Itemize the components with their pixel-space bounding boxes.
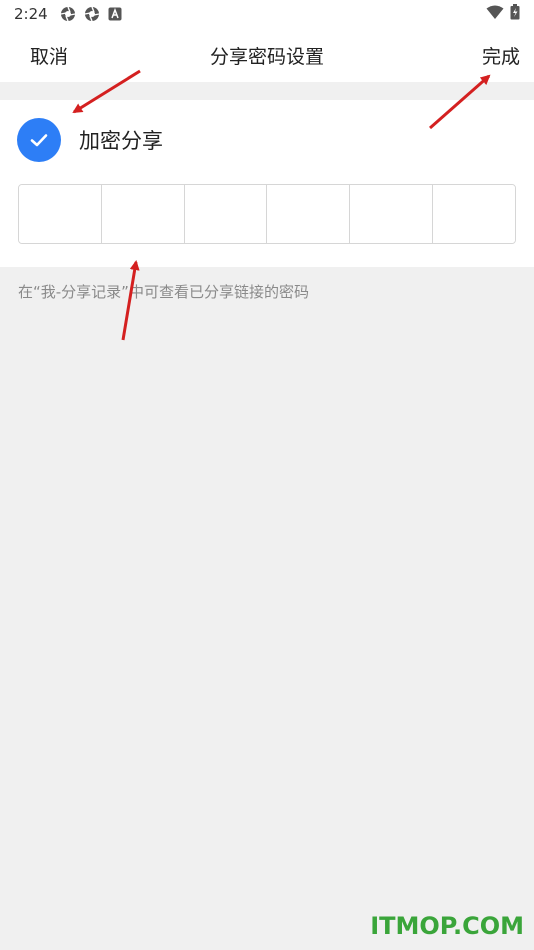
- aperture-icon: [60, 6, 76, 22]
- a-notification-icon: [108, 7, 122, 21]
- status-bar: 2:24: [0, 0, 534, 28]
- wifi-icon: [486, 5, 504, 24]
- password-digit-cell[interactable]: [101, 185, 185, 243]
- checkbox-checked-icon[interactable]: [17, 117, 61, 162]
- status-time: 2:24: [14, 5, 48, 23]
- encrypt-share-toggle[interactable]: 加密分享: [17, 117, 163, 162]
- done-button[interactable]: 完成: [482, 42, 520, 69]
- hint-text: 在“我-分享记录”中可查看已分享链接的密码: [18, 283, 309, 301]
- page-title: 分享密码设置: [209, 46, 324, 68]
- encrypt-share-label: 加密分享: [79, 128, 163, 153]
- password-input[interactable]: [18, 184, 516, 244]
- password-digit-cell[interactable]: [350, 185, 434, 243]
- password-digit-cell[interactable]: [433, 185, 515, 243]
- password-digit-cell[interactable]: [19, 185, 102, 243]
- password-settings-card: 加密分享: [0, 100, 534, 267]
- nav-bar: 取消 分享密码设置 完成: [0, 28, 534, 82]
- watermark-logo: ITMOP.COM: [370, 912, 524, 940]
- password-digit-cell[interactable]: [267, 185, 351, 243]
- password-digit-cell[interactable]: [184, 185, 268, 243]
- battery-icon: [510, 4, 520, 24]
- aperture-icon: [84, 6, 100, 22]
